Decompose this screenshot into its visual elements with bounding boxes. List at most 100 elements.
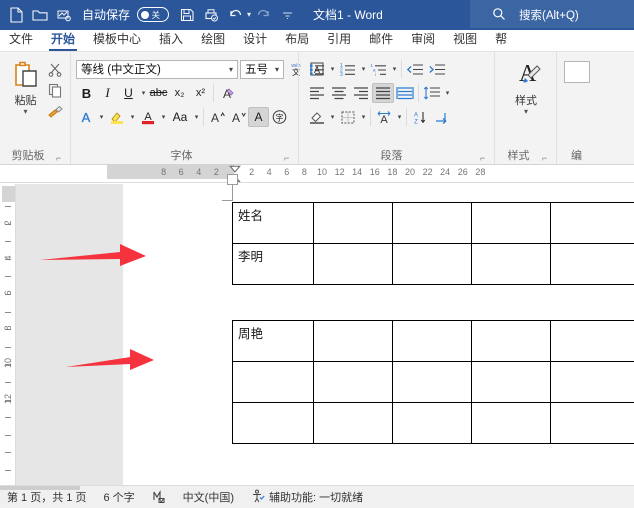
bold-button[interactable]: B xyxy=(76,83,97,103)
table1-cell-0-4[interactable] xyxy=(550,202,634,244)
align-right-button[interactable] xyxy=(350,83,372,103)
table-row[interactable] xyxy=(232,402,634,444)
tab-template-center[interactable]: 模板中心 xyxy=(84,30,150,51)
multilevel-dropdown-icon[interactable]: ▾ xyxy=(390,65,399,73)
word-count[interactable]: 6 个字 xyxy=(103,489,134,505)
shading-dropdown-icon[interactable]: ▾ xyxy=(328,113,337,121)
table1-cell-0-1[interactable] xyxy=(313,202,393,244)
justify-button[interactable] xyxy=(372,83,394,103)
change-case-button[interactable]: Aa xyxy=(168,107,192,127)
change-case-dropdown-icon[interactable]: ▾ xyxy=(192,113,201,121)
table2-cell-0-3[interactable] xyxy=(471,320,551,362)
table1-cell-1-4[interactable] xyxy=(550,243,634,285)
autosave-toggle[interactable]: 关 xyxy=(137,7,170,22)
decrease-indent-button[interactable] xyxy=(404,59,426,79)
multilevel-list-button[interactable]: 1ai xyxy=(368,59,390,79)
subscript-button[interactable]: x₂ xyxy=(169,83,190,103)
accessibility-status[interactable]: 辅助功能: 一切就绪 xyxy=(251,489,363,506)
text-effects-dropdown-icon[interactable]: ▾ xyxy=(97,113,106,121)
table1-cell-1-2[interactable] xyxy=(392,243,472,285)
table1-cell-1-3[interactable] xyxy=(471,243,551,285)
text-direction-dropdown-icon[interactable]: ▾ xyxy=(395,113,404,121)
table-row[interactable]: 姓名 xyxy=(232,202,634,244)
highlight-dropdown-icon[interactable]: ▾ xyxy=(128,113,137,121)
distribute-button[interactable] xyxy=(394,83,416,103)
table2-cell-2-3[interactable] xyxy=(471,402,551,444)
language-indicator[interactable]: 中文(中国) xyxy=(183,489,234,505)
quick-print-icon[interactable] xyxy=(199,4,223,26)
text-effects-button[interactable]: A xyxy=(76,107,97,127)
page-indicator[interactable]: 第 1 页，共 1 页 xyxy=(7,489,86,505)
table2-cell-1-2[interactable] xyxy=(392,361,472,403)
table2-cell-0-2[interactable] xyxy=(392,320,472,362)
table2-cell-1-0[interactable] xyxy=(232,361,314,403)
save-icon[interactable] xyxy=(175,4,199,26)
align-center-button[interactable] xyxy=(328,83,350,103)
editing-partial-box[interactable] xyxy=(564,61,590,83)
vertical-ruler[interactable]: 2 4 6 8 10 12 xyxy=(0,184,16,485)
show-formatting-marks-button[interactable] xyxy=(431,107,453,127)
table2-cell-2-0[interactable] xyxy=(232,402,314,444)
table2-cell-0-1[interactable] xyxy=(313,320,393,362)
italic-button[interactable]: I xyxy=(97,83,118,103)
styles-dialog-launcher[interactable]: ⌐ xyxy=(542,153,552,163)
text-direction-button[interactable]: A xyxy=(373,107,395,127)
table2-cell-0-4[interactable] xyxy=(550,320,634,362)
table1-move-handle[interactable] xyxy=(227,174,238,185)
table1-cell-0-0[interactable]: 姓名 xyxy=(232,202,314,244)
styles-dropdown-icon[interactable]: ▾ xyxy=(524,108,528,116)
bullets-dropdown-icon[interactable]: ▾ xyxy=(328,65,337,73)
tab-view[interactable]: 视图 xyxy=(444,30,486,51)
paste-dropdown-icon[interactable]: ▾ xyxy=(23,108,27,116)
table-row[interactable]: 周艳 xyxy=(232,320,634,362)
table-row[interactable]: 李明 xyxy=(232,243,634,285)
styles-button[interactable]: A 样式 ▾ xyxy=(501,57,551,116)
strikethrough-button[interactable]: abc xyxy=(148,83,169,103)
font-size-combo[interactable]: 五号 ▾ xyxy=(240,59,284,79)
customize-qat-icon[interactable] xyxy=(275,4,299,26)
underline-button[interactable]: U xyxy=(118,83,139,103)
shrink-font-button[interactable]: A xyxy=(227,107,248,127)
undo-icon[interactable] xyxy=(223,4,247,26)
table2-cell-1-4[interactable] xyxy=(550,361,634,403)
bullets-button[interactable] xyxy=(306,59,328,79)
character-shading-button[interactable]: A xyxy=(248,107,269,127)
tab-draw[interactable]: 绘图 xyxy=(192,30,234,51)
font-size-chevron-icon[interactable]: ▾ xyxy=(273,65,281,74)
horizontal-ruler[interactable]: 8 6 4 2 2 4 6 8 10 12 14 16 18 20 22 24 26 28 xyxy=(0,165,634,183)
document-page[interactable]: 姓名 李明 周艳 xyxy=(123,174,634,485)
font-color-button[interactable]: A xyxy=(137,107,159,127)
format-painter-button[interactable] xyxy=(45,101,66,121)
superscript-button[interactable]: x² xyxy=(190,83,211,103)
table1-cell-0-2[interactable] xyxy=(392,202,472,244)
borders-dropdown-icon[interactable]: ▾ xyxy=(359,113,368,121)
sort-button[interactable]: AZ xyxy=(409,107,431,127)
tab-references[interactable]: 引用 xyxy=(318,30,360,51)
font-name-chevron-icon[interactable]: ▾ xyxy=(227,65,235,74)
enclose-character-button[interactable]: 字 xyxy=(269,107,290,127)
align-left-button[interactable] xyxy=(306,83,328,103)
tab-home[interactable]: 开始 xyxy=(42,30,84,51)
tab-insert[interactable]: 插入 xyxy=(150,30,192,51)
tab-review[interactable]: 审阅 xyxy=(402,30,444,51)
clear-formatting-button[interactable]: A xyxy=(216,83,238,103)
document-table-1[interactable]: 姓名 李明 xyxy=(232,202,634,285)
cut-button[interactable] xyxy=(45,59,66,79)
horizontal-scroll-thumb[interactable] xyxy=(0,486,80,490)
shading-button[interactable] xyxy=(306,107,328,127)
underline-dropdown-icon[interactable]: ▾ xyxy=(139,89,148,97)
tab-file[interactable]: 文件 xyxy=(0,30,42,51)
font-dialog-launcher[interactable]: ⌐ xyxy=(284,153,294,163)
table1-cell-1-1[interactable] xyxy=(313,243,393,285)
numbering-button[interactable]: 123 xyxy=(337,59,359,79)
table-row[interactable] xyxy=(232,361,634,403)
tab-help[interactable]: 帮 xyxy=(486,30,516,51)
paste-button[interactable]: 粘贴 ▾ xyxy=(7,57,44,116)
touch-mode-icon[interactable] xyxy=(52,4,76,26)
line-spacing-dropdown-icon[interactable]: ▾ xyxy=(443,89,452,97)
grow-font-button[interactable]: A xyxy=(206,107,227,127)
line-spacing-button[interactable] xyxy=(421,83,443,103)
document-table-2[interactable]: 周艳 xyxy=(232,320,634,444)
table2-cell-2-4[interactable] xyxy=(550,402,634,444)
new-document-icon[interactable] xyxy=(4,4,28,26)
